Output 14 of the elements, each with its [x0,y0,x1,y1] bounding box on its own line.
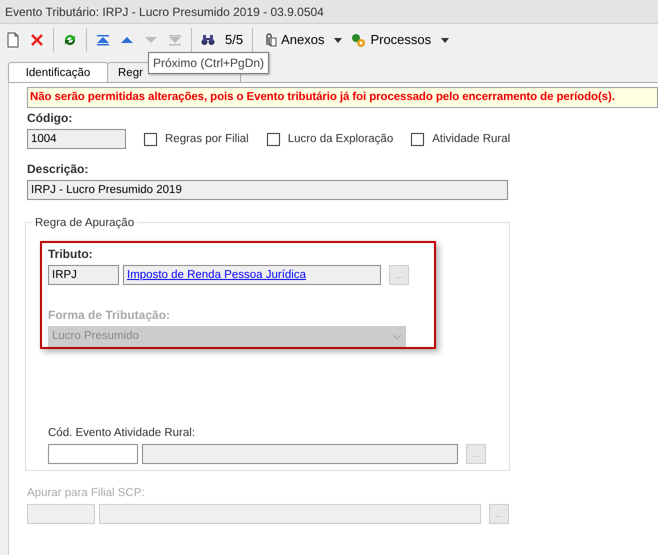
field-label: Apurar para Filial SCP: [27,487,146,500]
record-counter: 5/5 [224,31,244,50]
checkbox-label: Regras por Filial [165,132,249,146]
window-title: Evento Tributário: IRPJ - Lucro Presumido 2019 - 03.9.0504 [0,0,658,24]
checkbox-label: Atividade Rural [432,132,510,146]
warning-message: Não serão permitidas alterações, pois o Evento tributário já foi processado pelo encerramento de período(s). [27,87,658,108]
field-label: Forma de Tributação: [48,309,172,322]
tooltip: Próximo (Ctrl+PgDn) [148,52,270,74]
field-label: Código: [27,112,74,126]
field-label: Cód. Evento Atividade Rural: [48,427,196,440]
select-value: Lucro Presumido [52,329,139,344]
field-label: Tributo: [48,248,94,262]
field-label: Descrição: [27,163,90,176]
checkbox-label: Lucro da Exploração [288,132,394,146]
